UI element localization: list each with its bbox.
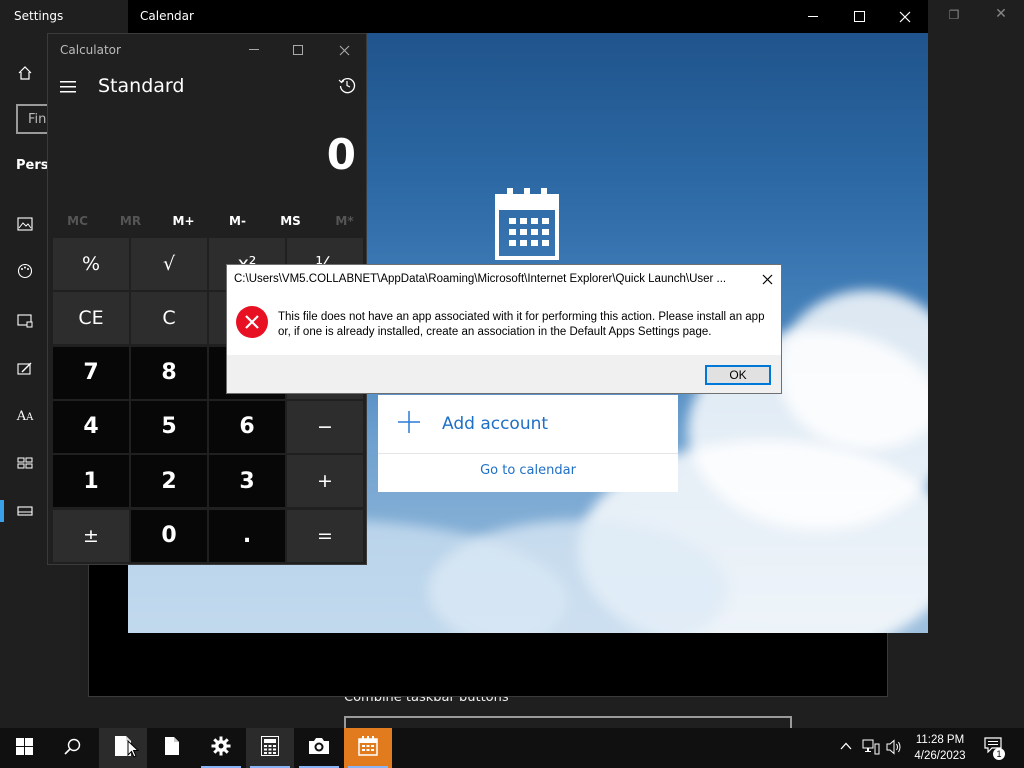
error-icon — [236, 306, 268, 338]
digit-5-key[interactable]: 5 — [131, 400, 207, 453]
settings-close-button[interactable]: ✕ — [990, 6, 1012, 28]
settings-restore-button[interactable]: ❐ — [944, 8, 964, 26]
mouse-cursor-icon — [127, 739, 140, 762]
digit-6-key[interactable]: 6 — [209, 400, 285, 453]
decimal-key[interactable]: . — [209, 509, 285, 562]
plus-key[interactable]: + — [287, 455, 363, 508]
calendar-maximize-button[interactable] — [836, 0, 882, 33]
percent-key[interactable]: % — [53, 238, 129, 290]
memory-subtract-button[interactable]: M- — [211, 214, 264, 228]
memory-store-button[interactable]: MS — [264, 214, 317, 228]
digit-3-key[interactable]: 3 — [209, 455, 285, 508]
dialog-message: This file does not have an app associate… — [278, 311, 765, 338]
colors-icon[interactable] — [12, 258, 38, 284]
digit-1-key[interactable]: 1 — [53, 455, 129, 508]
chevron-up-icon[interactable] — [840, 739, 852, 753]
taskbar: 11:28 PM 4/26/2023 1 — [0, 728, 1024, 768]
taskbar-app-file-2[interactable] — [148, 728, 196, 768]
equals-key[interactable]: = — [287, 509, 363, 562]
ok-button[interactable]: OK — [705, 365, 771, 385]
clock-time: 11:28 PM — [915, 734, 965, 746]
calculator-display: 0 — [326, 130, 356, 179]
digit-8-key[interactable]: 8 — [131, 346, 207, 399]
negate-key[interactable]: ± — [53, 509, 129, 562]
account-card: Add account Go to calendar — [378, 395, 678, 492]
clear-entry-key[interactable]: CE — [53, 292, 129, 345]
network-icon[interactable] — [862, 739, 880, 758]
settings-title: Settings — [14, 9, 64, 23]
digit-2-key[interactable]: 2 — [131, 455, 207, 508]
taskbar-app-settings[interactable] — [197, 728, 245, 768]
calendar-close-button[interactable] — [882, 0, 928, 33]
taskbar-settings-icon[interactable] — [12, 498, 38, 524]
calculator-maximize-button[interactable] — [276, 36, 320, 64]
taskbar-app-calculator[interactable] — [246, 728, 294, 768]
start-button[interactable] — [0, 728, 48, 768]
clear-key[interactable]: C — [131, 292, 207, 345]
calculator-icon — [261, 736, 279, 760]
calendar-minimize-button[interactable] — [790, 0, 836, 33]
start-icon[interactable] — [12, 450, 38, 476]
fonts-icon[interactable]: AA — [12, 403, 38, 429]
clock-date: 4/26/2023 — [914, 750, 966, 762]
digit-4-key[interactable]: 4 — [53, 400, 129, 453]
digit-0-key[interactable]: 0 — [131, 509, 207, 562]
add-account-button[interactable]: Add account — [378, 395, 678, 454]
dialog-close-button[interactable] — [755, 269, 779, 291]
memory-add-button[interactable]: M+ — [157, 214, 210, 228]
action-center-button[interactable]: 1 — [984, 737, 1005, 760]
square-root-key[interactable]: √ — [131, 238, 207, 290]
windows-logo-icon — [15, 737, 33, 759]
search-icon — [63, 738, 81, 759]
home-icon[interactable] — [12, 60, 38, 86]
error-dialog: C:\Users\VM5.COLLABNET\AppData\Roaming\M… — [226, 264, 782, 394]
search-button[interactable] — [48, 728, 96, 768]
settings-section-heading: Personalization — [16, 158, 48, 173]
memory-recall-button[interactable]: MR — [104, 214, 157, 228]
dialog-footer: OK — [227, 355, 781, 393]
dialog-title: C:\Users\VM5.COLLABNET\AppData\Roaming\M… — [234, 273, 727, 285]
digit-7-key[interactable]: 7 — [53, 346, 129, 399]
selected-indicator — [0, 500, 4, 522]
minus-key[interactable]: − — [287, 400, 363, 453]
plus-icon — [398, 411, 420, 436]
gear-icon — [211, 736, 231, 760]
taskbar-app-file[interactable] — [99, 728, 147, 768]
calculator-title: Calculator — [60, 43, 121, 57]
memory-clear-button[interactable]: MC — [51, 214, 104, 228]
calendar-title: Calendar — [140, 9, 194, 23]
calendar-icon — [358, 736, 378, 760]
calculator-minimize-button[interactable] — [232, 36, 276, 64]
camera-icon — [308, 737, 330, 759]
calculator-close-button[interactable] — [322, 36, 366, 64]
hamburger-menu-icon[interactable] — [60, 78, 80, 94]
background-icon[interactable] — [12, 211, 38, 237]
file-icon — [164, 736, 180, 760]
taskbar-app-camera[interactable] — [295, 728, 343, 768]
history-icon[interactable] — [338, 76, 356, 98]
taskbar-app-calendar[interactable] — [344, 728, 392, 768]
calculator-mode-title: Standard — [98, 75, 185, 97]
taskbar-clock[interactable]: 11:28 PM 4/26/2023 — [900, 732, 980, 764]
add-account-label: Add account — [442, 414, 549, 434]
notification-count-badge: 1 — [993, 748, 1005, 760]
themes-icon[interactable] — [12, 356, 38, 382]
calendar-app-icon — [495, 186, 559, 260]
lock-screen-icon[interactable] — [12, 308, 38, 334]
memory-list-button[interactable]: M* — [318, 214, 371, 228]
go-to-calendar-link[interactable]: Go to calendar — [378, 463, 678, 478]
